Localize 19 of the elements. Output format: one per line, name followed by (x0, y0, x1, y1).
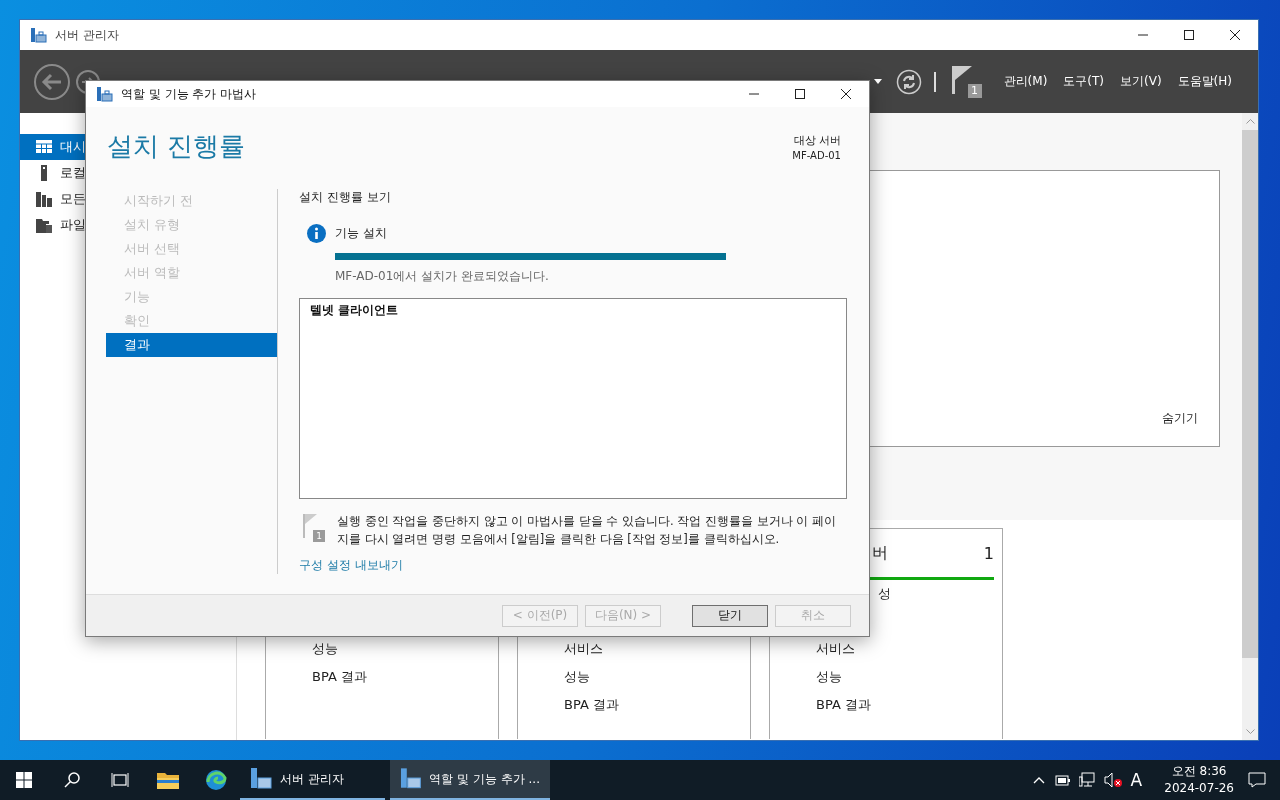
section-title: 설치 진행률 보기 (299, 190, 391, 204)
result-item: 텔넷 클라이언트 (310, 303, 399, 317)
clock-date: 2024-07-26 (1164, 781, 1234, 795)
tile-title: 버 (872, 542, 889, 564)
target-server-name: MF-AD-01 (792, 150, 841, 161)
note-text: 실행 중인 작업을 중단하지 않고 이 마법사를 닫을 수 있습니다. 작업 진행률을 보거나 이 페이지를 다시 열려면 명령 모음에서 [알림]을 클릭한 다음 [작업 정보]를 클릭하십시오. (337, 513, 837, 548)
dialog-title: 역할 및 기능 추가 마법사 (121, 85, 258, 103)
flag-count: 1 (313, 530, 325, 542)
sidebar-label: 로컬 (60, 164, 86, 182)
sidebar-label: 파일 (60, 216, 86, 234)
clock-time: 오전 8:36 (1171, 764, 1227, 778)
sidebar-label: 모든 (60, 190, 86, 208)
sidebar-label: 대시 (60, 138, 86, 156)
window-title: 서버 관리자 (55, 26, 120, 44)
target-server-label: 대상 서버 (793, 134, 841, 147)
notification-count: 1 (967, 83, 982, 98)
tile-count: 1 (983, 543, 994, 563)
status-message: MF-AD-01에서 설치가 완료되었습니다. (335, 268, 549, 285)
status-label: 기능 설치 (335, 225, 387, 242)
